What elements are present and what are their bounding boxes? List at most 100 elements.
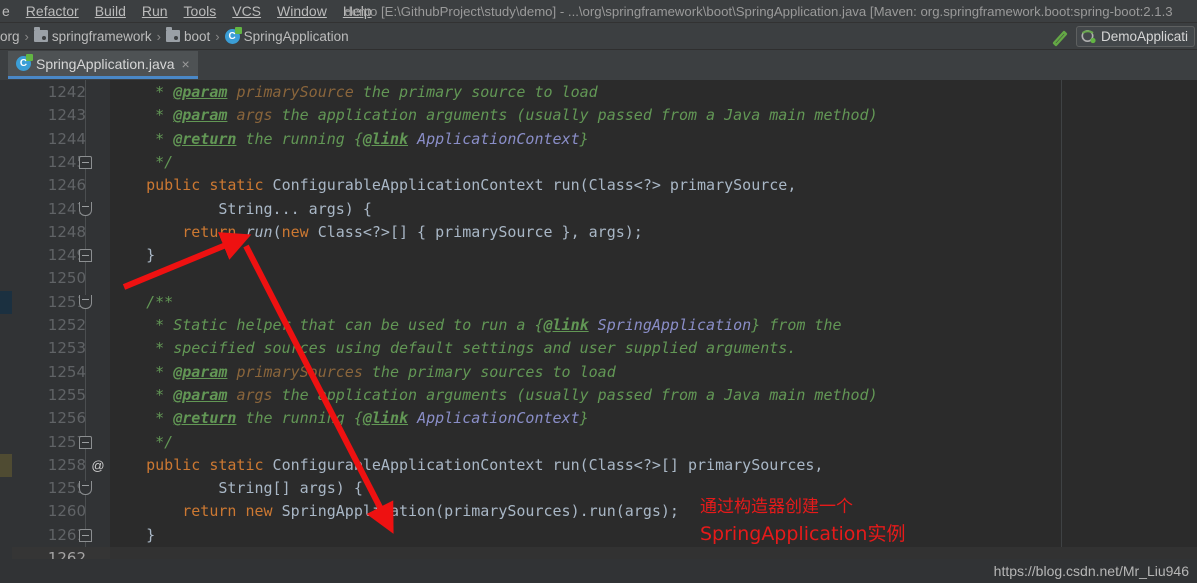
code-token: String[] args) {	[110, 479, 363, 498]
tab-springapplication-java[interactable]: C SpringApplication.java ×	[8, 51, 198, 79]
code-line[interactable]: * @param primarySources the primary sour…	[110, 361, 616, 384]
code-token: public static	[146, 455, 264, 474]
line-number[interactable]: 1252	[12, 314, 86, 337]
ide-window: e Refactor Build Run Tools VCS Window He…	[0, 0, 1197, 583]
line-number[interactable]: 1254	[12, 361, 86, 384]
code-token: }	[579, 129, 589, 148]
code-editor[interactable]: 1242 * @param primarySource the primary …	[0, 80, 1197, 583]
line-number[interactable]: 1250	[12, 267, 86, 290]
code-fold-end-icon[interactable]	[79, 481, 92, 496]
code-token: *	[110, 362, 174, 381]
code-line[interactable]: public static ConfigurableApplicationCon…	[110, 454, 823, 477]
line-number[interactable]: 1261	[12, 524, 86, 547]
code-line[interactable]: String[] args) {	[110, 477, 363, 500]
code-fold-start-icon[interactable]	[79, 249, 92, 263]
breadcrumb-item-org[interactable]: org	[0, 29, 20, 44]
code-line[interactable]: * @return the running {@link Application…	[110, 407, 589, 430]
menu-item-window[interactable]: Window	[269, 0, 335, 23]
code-fold-start-icon[interactable]	[79, 435, 92, 449]
menu-label: VCS	[232, 2, 262, 19]
code-line[interactable]: return run(new Class<?>[] { primarySourc…	[110, 221, 643, 244]
line-number[interactable]: 1248	[12, 221, 86, 244]
annotation-text-line2: SpringApplication实例	[700, 523, 906, 545]
code-token: primarySource	[236, 83, 354, 101]
code-token: ApplicationContext	[417, 409, 580, 428]
menu-label: Window	[277, 2, 327, 19]
code-fold-end-icon[interactable]	[79, 294, 92, 309]
run-configuration-selector[interactable]: DemoApplicati	[1075, 26, 1195, 47]
breadcrumb-item-springframework[interactable]: springframework	[33, 27, 152, 44]
line-number[interactable]: 1251	[12, 291, 86, 314]
code-token: }	[110, 246, 156, 265]
code-fold-start-icon[interactable]	[79, 155, 92, 169]
menu-label: e	[2, 2, 10, 19]
line-number[interactable]: 1245	[12, 151, 86, 174]
close-icon[interactable]: ×	[182, 56, 190, 72]
menu-item-help[interactable]: Help	[335, 0, 380, 23]
menu-item-0[interactable]: e	[0, 0, 18, 23]
code-line[interactable]: /**	[110, 291, 173, 314]
code-token: the running {	[236, 409, 363, 428]
code-token: @param	[173, 385, 228, 404]
code-line[interactable]: */	[110, 431, 173, 454]
code-line[interactable]: public static ConfigurableApplicationCon…	[110, 174, 796, 197]
code-line[interactable]: * @param args the application arguments …	[110, 104, 878, 127]
annotation-text-line1: 通过构造器创建一个	[700, 497, 853, 517]
vcs-change-marker[interactable]	[0, 290, 12, 314]
breadcrumb-item-springapplication[interactable]: C SpringApplication	[224, 26, 349, 44]
line-number[interactable]: 1257	[12, 431, 86, 454]
code-line[interactable]: * Static helper that can be used to run …	[110, 314, 842, 337]
code-token: new	[245, 502, 273, 521]
code-line[interactable]: }	[110, 524, 155, 547]
line-number[interactable]: 1259	[12, 477, 86, 500]
code-token: run	[552, 455, 580, 474]
code-line[interactable]: String... args) {	[110, 198, 372, 221]
line-number[interactable]: 1246	[12, 174, 86, 197]
code-line[interactable]: }	[110, 244, 155, 267]
vcs-change-marker[interactable]	[0, 453, 12, 478]
line-number[interactable]: 1255	[12, 384, 86, 407]
line-number[interactable]: 1249	[12, 244, 86, 267]
line-number[interactable]: 1244	[12, 128, 86, 151]
code-fold-start-icon[interactable]	[79, 528, 92, 542]
line-number[interactable]: 1243	[12, 104, 86, 127]
line-number[interactable]: 1258	[12, 454, 86, 477]
code-token: (	[272, 222, 282, 241]
tab-label: SpringApplication.java	[36, 55, 175, 72]
code-token: @link	[362, 409, 409, 428]
code-line[interactable]: * @param args the application arguments …	[110, 384, 877, 407]
code-token: @param	[173, 106, 228, 125]
hammer-icon[interactable]	[1050, 27, 1070, 47]
code-line[interactable]: * @return the running {@link Application…	[110, 128, 589, 151]
code-line[interactable]: * specified sources using default settin…	[110, 337, 796, 360]
code-line[interactable]: */	[110, 151, 173, 174]
menu-item-tools[interactable]: Tools	[176, 0, 225, 23]
breadcrumb-item-boot[interactable]: boot	[165, 27, 210, 44]
folder-icon	[33, 27, 48, 42]
line-number[interactable]: 1253	[12, 337, 86, 360]
code-token: the application arguments (usually passe…	[272, 106, 878, 125]
code-line[interactable]: return new SpringApplication(primarySour…	[110, 500, 679, 523]
watermark-url: https://blog.csdn.net/Mr_Liu946	[993, 563, 1189, 579]
code-token: } from the	[751, 316, 842, 334]
line-number[interactable]: 1247	[12, 198, 86, 221]
editor-tab-bar: C SpringApplication.java ×	[0, 50, 1197, 80]
code-fold-end-icon[interactable]	[79, 201, 92, 216]
menu-item-build[interactable]: Build	[87, 0, 134, 23]
code-token: SpringApplication(primarySources).run(ar…	[272, 502, 679, 521]
code-token: }	[110, 525, 156, 544]
line-number[interactable]: 1242	[12, 81, 86, 104]
code-line[interactable]: * @param primarySource the primary sourc…	[110, 81, 598, 104]
code-token: *	[110, 129, 174, 148]
menu-item-refactor[interactable]: Refactor	[18, 0, 87, 23]
gutter-annotation-icon[interactable]: @	[90, 454, 106, 477]
line-number[interactable]: 1260	[12, 500, 86, 523]
toolbar-right: DemoApplicati	[1050, 23, 1197, 50]
menu-item-vcs[interactable]: VCS	[224, 0, 269, 23]
code-token: /**	[110, 292, 174, 311]
line-number[interactable]: 1256	[12, 407, 86, 430]
menu-item-run[interactable]: Run	[134, 0, 176, 23]
